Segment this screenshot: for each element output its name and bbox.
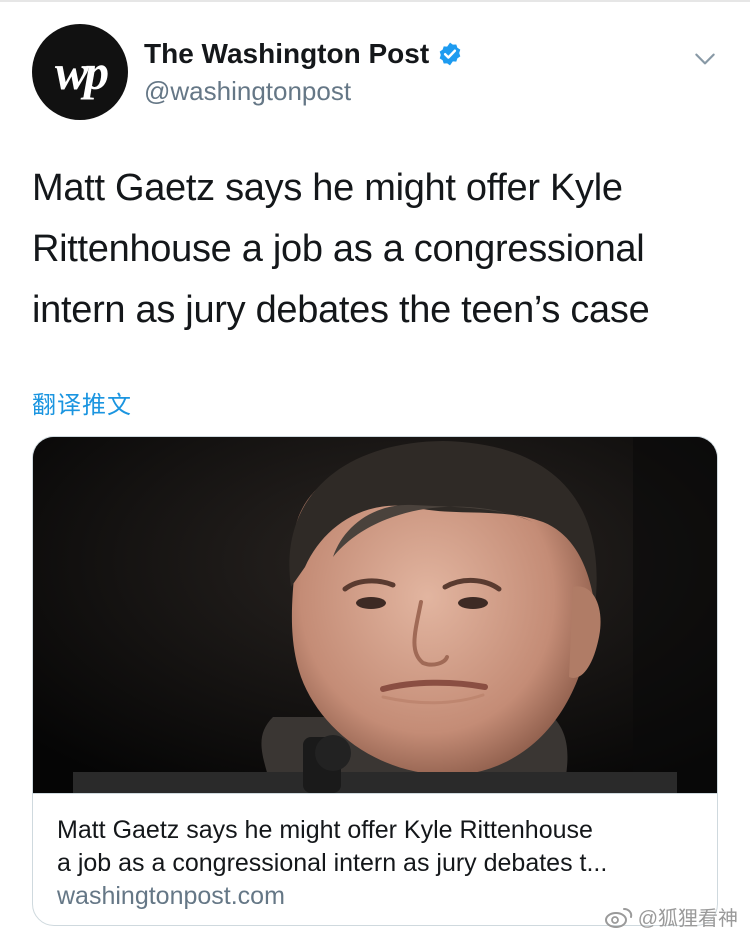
chevron-down-icon[interactable] <box>692 46 718 72</box>
avatar-logo-text: wp <box>54 44 109 100</box>
top-divider <box>0 0 750 2</box>
tweet-text-line: intern as jury debates the teen’s case <box>32 289 650 331</box>
weibo-logo-icon <box>604 907 632 928</box>
link-preview-card[interactable]: Matt Gaetz says he might offer Kyle Ritt… <box>32 436 718 926</box>
card-domain: washingtonpost.com <box>57 882 285 910</box>
verified-badge-icon <box>439 42 461 66</box>
card-title: Matt Gaetz says he might offer Kyle Ritt… <box>57 814 697 880</box>
tweet-screen: wp The Washington Post @washingtonpost M… <box>0 0 750 937</box>
card-title-line: a job as a congressional intern as jury … <box>57 849 608 877</box>
translate-tweet-link[interactable]: 翻译推文 <box>32 385 132 420</box>
avatar[interactable]: wp <box>32 24 128 120</box>
display-name[interactable]: The Washington Post <box>144 38 429 70</box>
watermark: @狐狸看神 <box>604 902 738 931</box>
tweet-text-line: Rittenhouse a job as a congressional <box>32 228 645 270</box>
tweet-text: Matt Gaetz says he might offer Kyle Ritt… <box>32 158 722 341</box>
watermark-text: @狐狸看神 <box>637 908 738 930</box>
card-image[interactable] <box>33 437 717 793</box>
card-title-line: Matt Gaetz says he might offer Kyle Ritt… <box>57 816 593 844</box>
account-handle[interactable]: @washingtonpost <box>144 76 351 107</box>
man-portrait-photo <box>33 437 717 793</box>
tweet-text-line: Matt Gaetz says he might offer Kyle <box>32 167 623 209</box>
name-row: The Washington Post <box>144 38 463 70</box>
tweet-header: wp The Washington Post @washingtonpost <box>32 24 732 124</box>
